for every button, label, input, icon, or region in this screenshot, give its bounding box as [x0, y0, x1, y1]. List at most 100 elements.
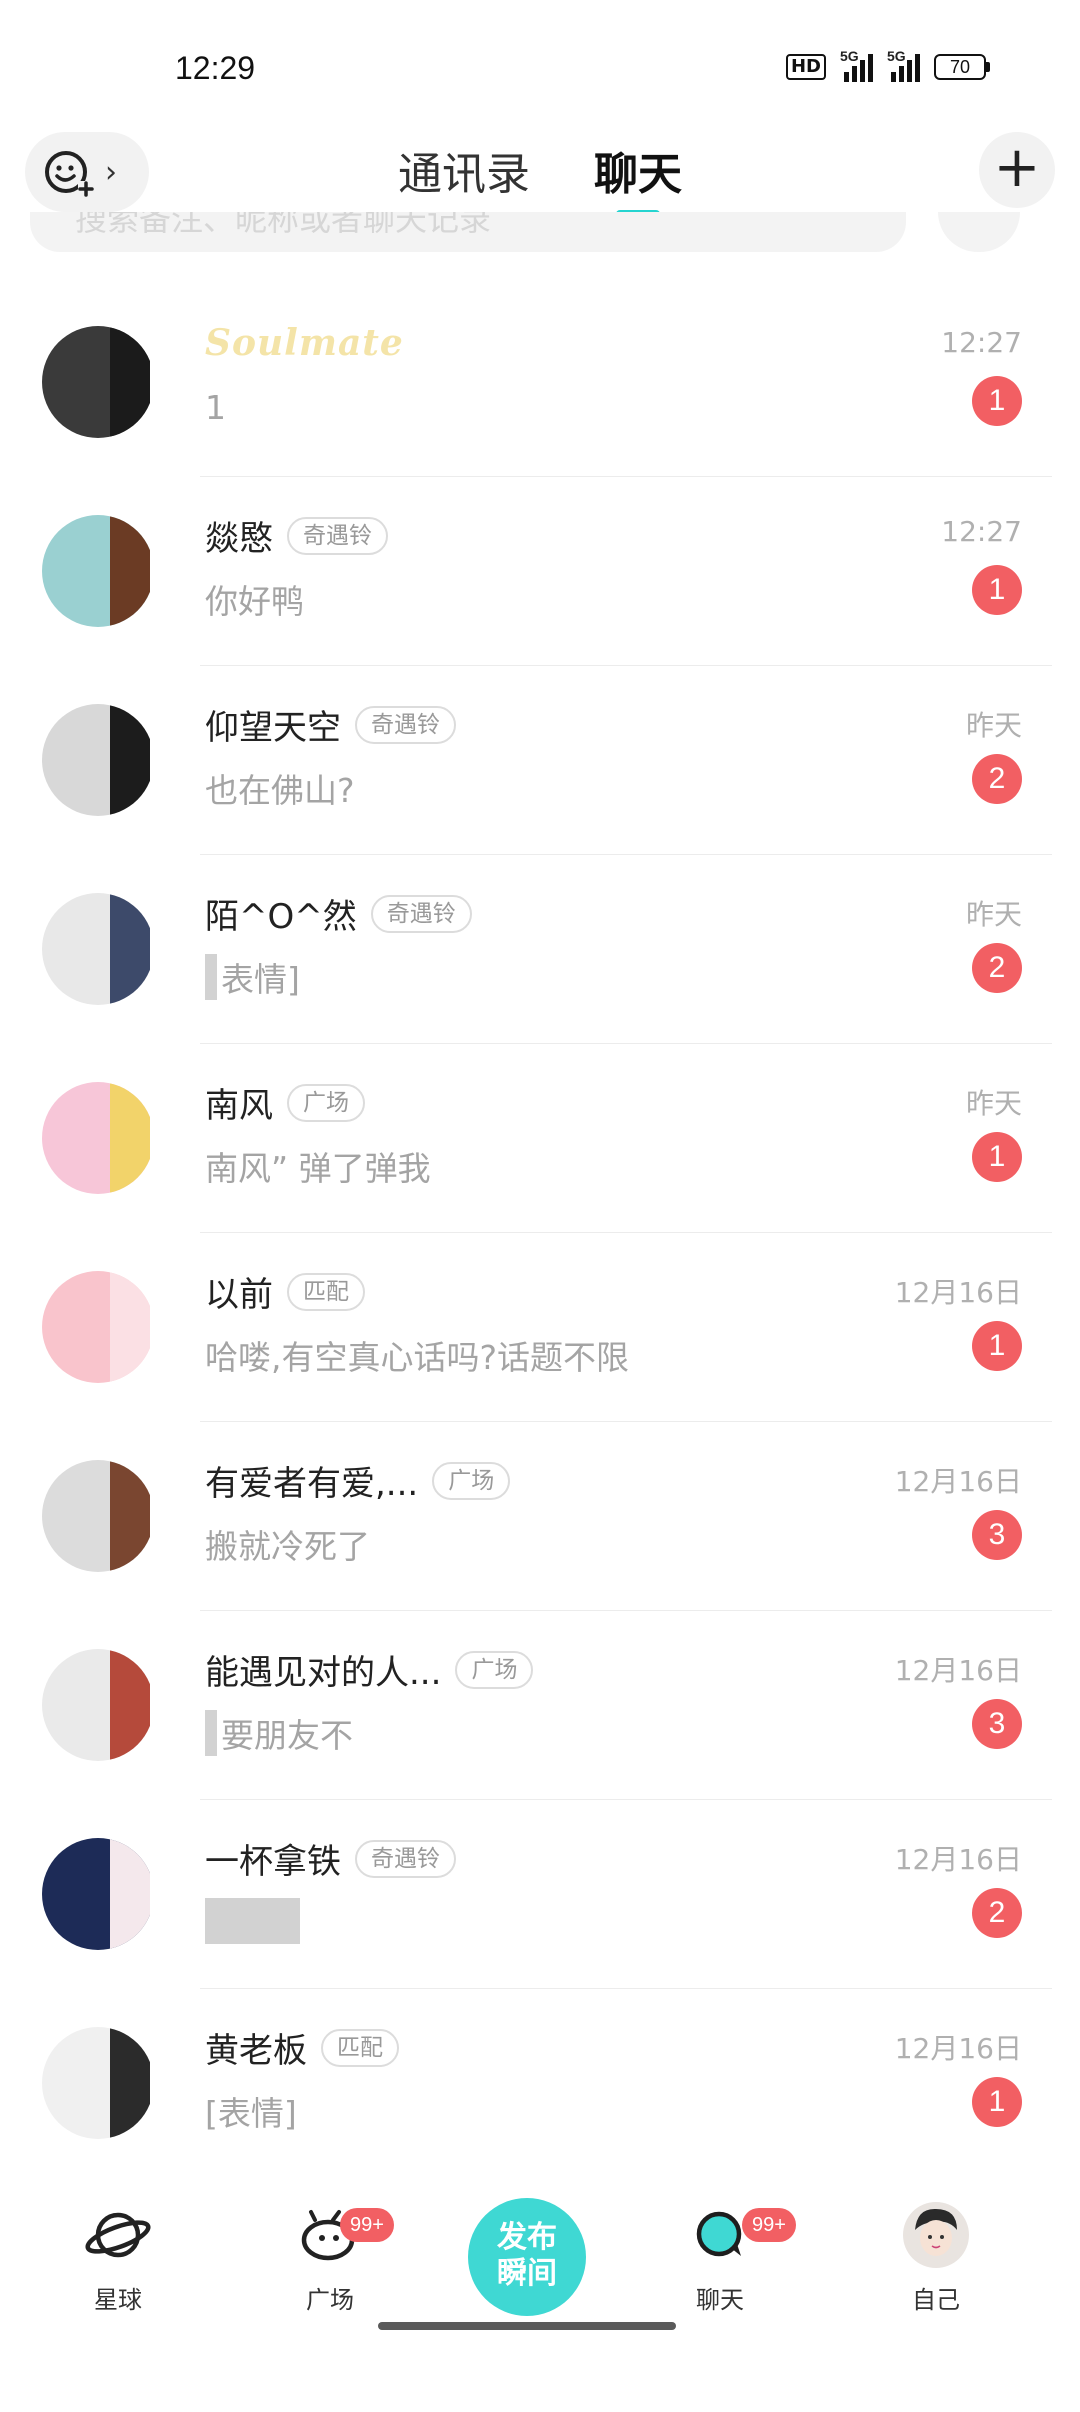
conversation-row[interactable]: 南风 广场 南风” 弹了弹我 昨天 1 [0, 1044, 1080, 1233]
contact-name: 能遇见对的人... 广场 [205, 1645, 534, 1694]
nav-planet-label: 星球 [94, 2286, 142, 2314]
unread-badge: 1 [972, 565, 1022, 615]
header-tabs: 通讯录 聊天 [0, 138, 1080, 218]
message-time: 12月16日 [894, 1654, 1022, 1687]
unread-badge: 3 [972, 1699, 1022, 1749]
contact-name: Soulmate [205, 322, 404, 364]
conversation-row[interactable]: 能遇见对的人... 广场 要朋友不 12月16日 3 [0, 1611, 1080, 1800]
avatar[interactable] [42, 326, 154, 438]
message-preview: [表情] [205, 2094, 297, 2133]
conversation-row[interactable]: 一杯拿铁 奇遇铃 12月16日 2 [0, 1800, 1080, 1989]
message-time: 昨天 [965, 709, 1022, 742]
message-time: 昨天 [965, 1087, 1022, 1120]
nav-square[interactable]: 广场 99+ [270, 2158, 394, 2315]
conversation-row[interactable]: 黄老板 匹配 [表情] 12月16日 1 [0, 1989, 1080, 2178]
source-tag: 奇遇铃 [370, 894, 472, 933]
system-icons: HD 5G 5G 70 [785, 48, 990, 82]
nav-me-label: 自己 [912, 2286, 960, 2314]
blur-mask [205, 1898, 300, 1944]
redaction-mask [150, 1233, 202, 1422]
status-bar: 12:29 HD 5G 5G 70 [0, 0, 1080, 120]
unread-badge: 3 [972, 1510, 1022, 1560]
message-time: 12月16日 [894, 1843, 1022, 1876]
message-preview: 也在佛山? [205, 771, 355, 810]
bottom-nav: 星球 广场 99+ 发布 瞬间 聊天 99+ 自己 [0, 2158, 1080, 2412]
unread-badge: 1 [972, 1132, 1022, 1182]
unread-badge: 1 [972, 376, 1022, 426]
contact-name: 有爱者有爱,... 广场 [205, 1456, 511, 1505]
avatar[interactable] [42, 1838, 154, 1950]
search-side-button[interactable] [938, 212, 1020, 252]
redaction-mask [150, 666, 202, 855]
tab-chat[interactable]: 聊天 [594, 138, 682, 218]
conversation-row[interactable]: 以前 匹配 哈喽,有空真心话吗?话题不限 12月16日 1 [0, 1233, 1080, 1422]
hd-icon: HD [785, 54, 826, 80]
signal-icon-2: 5G [887, 48, 920, 82]
blur-mask [205, 1710, 217, 1756]
message-preview [205, 1898, 304, 1944]
source-tag: 广场 [432, 1461, 511, 1500]
source-tag: 匹配 [287, 1272, 365, 1311]
redaction-mask [150, 477, 202, 666]
conversation-row[interactable]: 仰望天空 奇遇铃 也在佛山? 昨天 2 [0, 666, 1080, 855]
contact-name: 仰望天空 奇遇铃 [205, 700, 456, 749]
message-time: 12:27 [941, 515, 1022, 548]
blur-mask [205, 954, 217, 1000]
tab-contacts[interactable]: 通讯录 [398, 138, 530, 202]
message-time: 昨天 [965, 898, 1022, 931]
message-time: 12月16日 [894, 2032, 1022, 2065]
avatar[interactable] [42, 1082, 154, 1194]
plus-button[interactable]: + [979, 132, 1055, 208]
avatar[interactable] [42, 704, 154, 816]
nav-planet[interactable]: 星球 [58, 2158, 178, 2315]
redaction-mask [150, 1611, 202, 1800]
message-preview: 要朋友不 [205, 1709, 353, 1757]
home-indicator [378, 2322, 676, 2330]
conversation-row[interactable]: 有爱者有爱,... 广场 搬就冷死了 12月16日 3 [0, 1422, 1080, 1611]
message-time: 12月16日 [894, 1276, 1022, 1309]
conversation-row[interactable]: Soulmate 1 12:27 1 [0, 288, 1080, 477]
message-preview: 南风” 弹了弹我 [205, 1149, 431, 1188]
source-tag: 广场 [287, 1083, 365, 1122]
conversation-row[interactable]: 燚愍 奇遇铃你好鸭 12:27 1 [0, 477, 1080, 666]
avatar[interactable] [42, 2027, 154, 2139]
avatar[interactable] [42, 1649, 154, 1761]
conversation-list: Soulmate 1 12:27 1 燚愍 奇遇铃 你好鸭 12:27 1 仰望天空 奇遇铃 也在佛山… [0, 288, 1080, 2178]
avatar[interactable] [42, 1460, 154, 1572]
nav-square-label: 广场 [306, 2286, 354, 2314]
message-preview: 哈喽,有空真心话吗?话题不限 [205, 1338, 630, 1377]
message-preview: 1 [205, 388, 226, 427]
signal-icon: 5G [840, 48, 873, 82]
source-tag: 广场 [455, 1650, 534, 1689]
chat-badge: 99+ [742, 2208, 796, 2242]
unread-badge: 2 [972, 943, 1022, 993]
avatar[interactable] [42, 1271, 154, 1383]
unread-badge: 1 [972, 2077, 1022, 2127]
redaction-mask [150, 1989, 202, 2178]
contact-name: 燚愍 奇遇铃 [205, 511, 388, 560]
avatar[interactable] [42, 515, 154, 627]
nav-me[interactable]: 自己 [876, 2158, 996, 2315]
search-placeholder: 搜索备注、昵称或者聊天记录 [75, 212, 492, 238]
contact-name: 黄老板 匹配 [205, 2023, 399, 2072]
message-preview: 表情] [205, 953, 300, 1001]
unread-badge: 1 [972, 1321, 1022, 1371]
battery-icon: 70 [934, 54, 990, 80]
contact-name: 陌^O^然 奇遇铃 [205, 889, 472, 938]
planet-icon [85, 2212, 151, 2258]
search-bar[interactable]: 搜索备注、昵称或者聊天记录 [30, 212, 906, 252]
avatar[interactable] [42, 893, 154, 1005]
nav-chat[interactable]: 聊天 99+ [660, 2158, 796, 2315]
redaction-mask [150, 1044, 202, 1233]
message-preview: 搬就冷死了 [205, 1527, 370, 1566]
status-time: 12:29 [175, 50, 256, 86]
unread-badge: 2 [972, 1888, 1022, 1938]
message-preview: 你好鸭 [205, 582, 304, 621]
redaction-mask [150, 1800, 202, 1989]
square-badge: 99+ [340, 2208, 394, 2242]
profile-avatar-icon [903, 2202, 969, 2268]
source-tag: 匹配 [321, 2028, 399, 2067]
contact-name: 一杯拿铁 奇遇铃 [205, 1834, 456, 1883]
conversation-row[interactable]: 陌^O^然 奇遇铃 表情] 昨天 2 [0, 855, 1080, 1044]
publish-button[interactable]: 发布 瞬间 [468, 2198, 586, 2316]
